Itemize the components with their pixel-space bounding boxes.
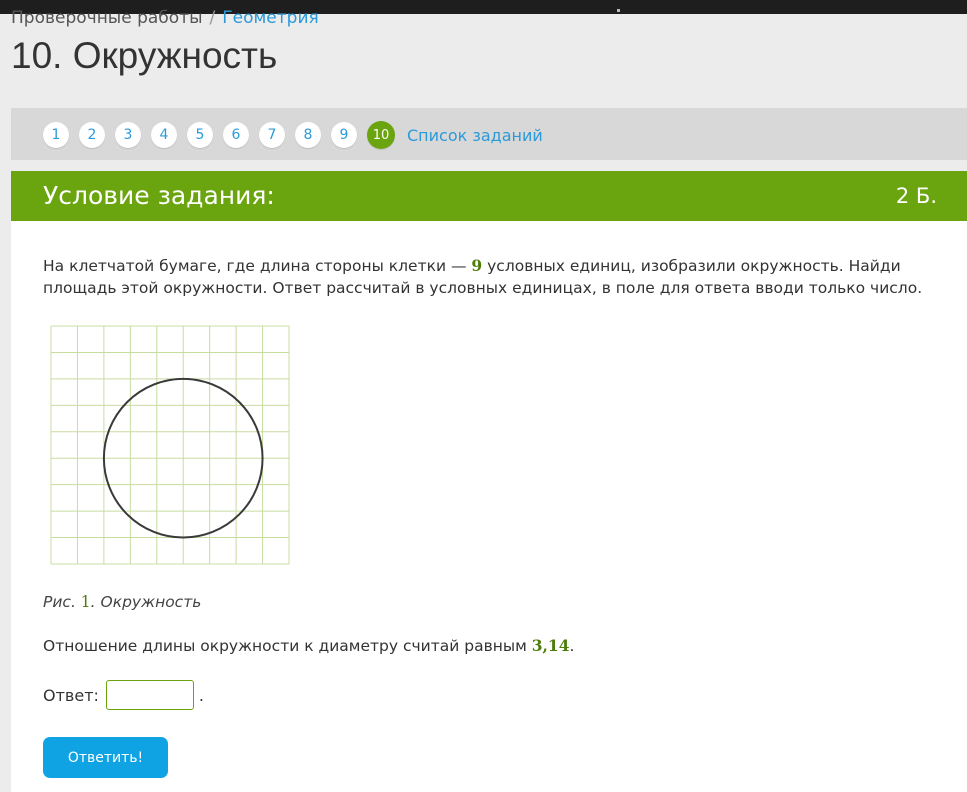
page-number-8[interactable]: 8 [295, 122, 321, 148]
caption-suffix: . Окружность [90, 593, 202, 611]
grid-circle-image [50, 325, 290, 565]
page-number-10[interactable]: 10 [367, 121, 395, 149]
ratio-end: . [569, 637, 575, 655]
answer-label: Ответ: [43, 685, 99, 705]
page-number-7[interactable]: 7 [259, 122, 285, 148]
page-number-3[interactable]: 3 [115, 122, 141, 148]
page-number-9[interactable]: 9 [331, 122, 357, 148]
task-statement: На клетчатой бумаге, где длина стороны к… [43, 255, 923, 299]
caption-prefix: Рис. [43, 593, 81, 611]
task-list-link[interactable]: Список заданий [407, 126, 543, 145]
answer-row: Ответ: . [43, 680, 204, 710]
page-number-4[interactable]: 4 [151, 122, 177, 148]
figure-caption: Рис. 1. Окружность [43, 591, 201, 613]
breadcrumb: Проверочные работы / Геометрия [11, 8, 319, 28]
pi-ratio-text: Отношение длины окружности к диаметру сч… [43, 635, 574, 657]
cell-size-value: 9 [471, 256, 483, 275]
task-card: Условие задания: 2 Б. На клетчатой бумаг… [11, 171, 967, 792]
task-points: 2 Б. [895, 184, 937, 208]
breadcrumb-parent[interactable]: Проверочные работы [11, 8, 203, 28]
page-number-2[interactable]: 2 [79, 122, 105, 148]
pager-items: 1 2 3 4 5 6 7 8 9 10 Список заданий [43, 121, 543, 149]
page-title: 10. Окружность [11, 35, 278, 76]
answer-suffix: . [198, 685, 204, 705]
page-number-1[interactable]: 1 [43, 122, 69, 148]
ratio-text: Отношение длины окружности к диаметру сч… [43, 637, 532, 655]
breadcrumb-separator: / [209, 8, 216, 28]
circle-figure [49, 324, 291, 566]
task-text-part1: На клетчатой бумаге, где длина стороны к… [43, 257, 472, 275]
breadcrumb-current[interactable]: Геометрия [222, 8, 318, 28]
task-header-title: Условие задания: [43, 181, 275, 210]
caption-number: 1 [80, 593, 91, 611]
page-number-5[interactable]: 5 [187, 122, 213, 148]
pi-value: 3,14 [531, 636, 570, 655]
task-pager: 1 2 3 4 5 6 7 8 9 10 Список заданий [11, 108, 967, 160]
top-bar-marker [617, 9, 620, 12]
page-number-6[interactable]: 6 [223, 122, 249, 148]
submit-button[interactable]: Ответить! [43, 737, 168, 778]
answer-input[interactable] [105, 680, 194, 710]
task-header: Условие задания: 2 Б. [11, 171, 967, 221]
